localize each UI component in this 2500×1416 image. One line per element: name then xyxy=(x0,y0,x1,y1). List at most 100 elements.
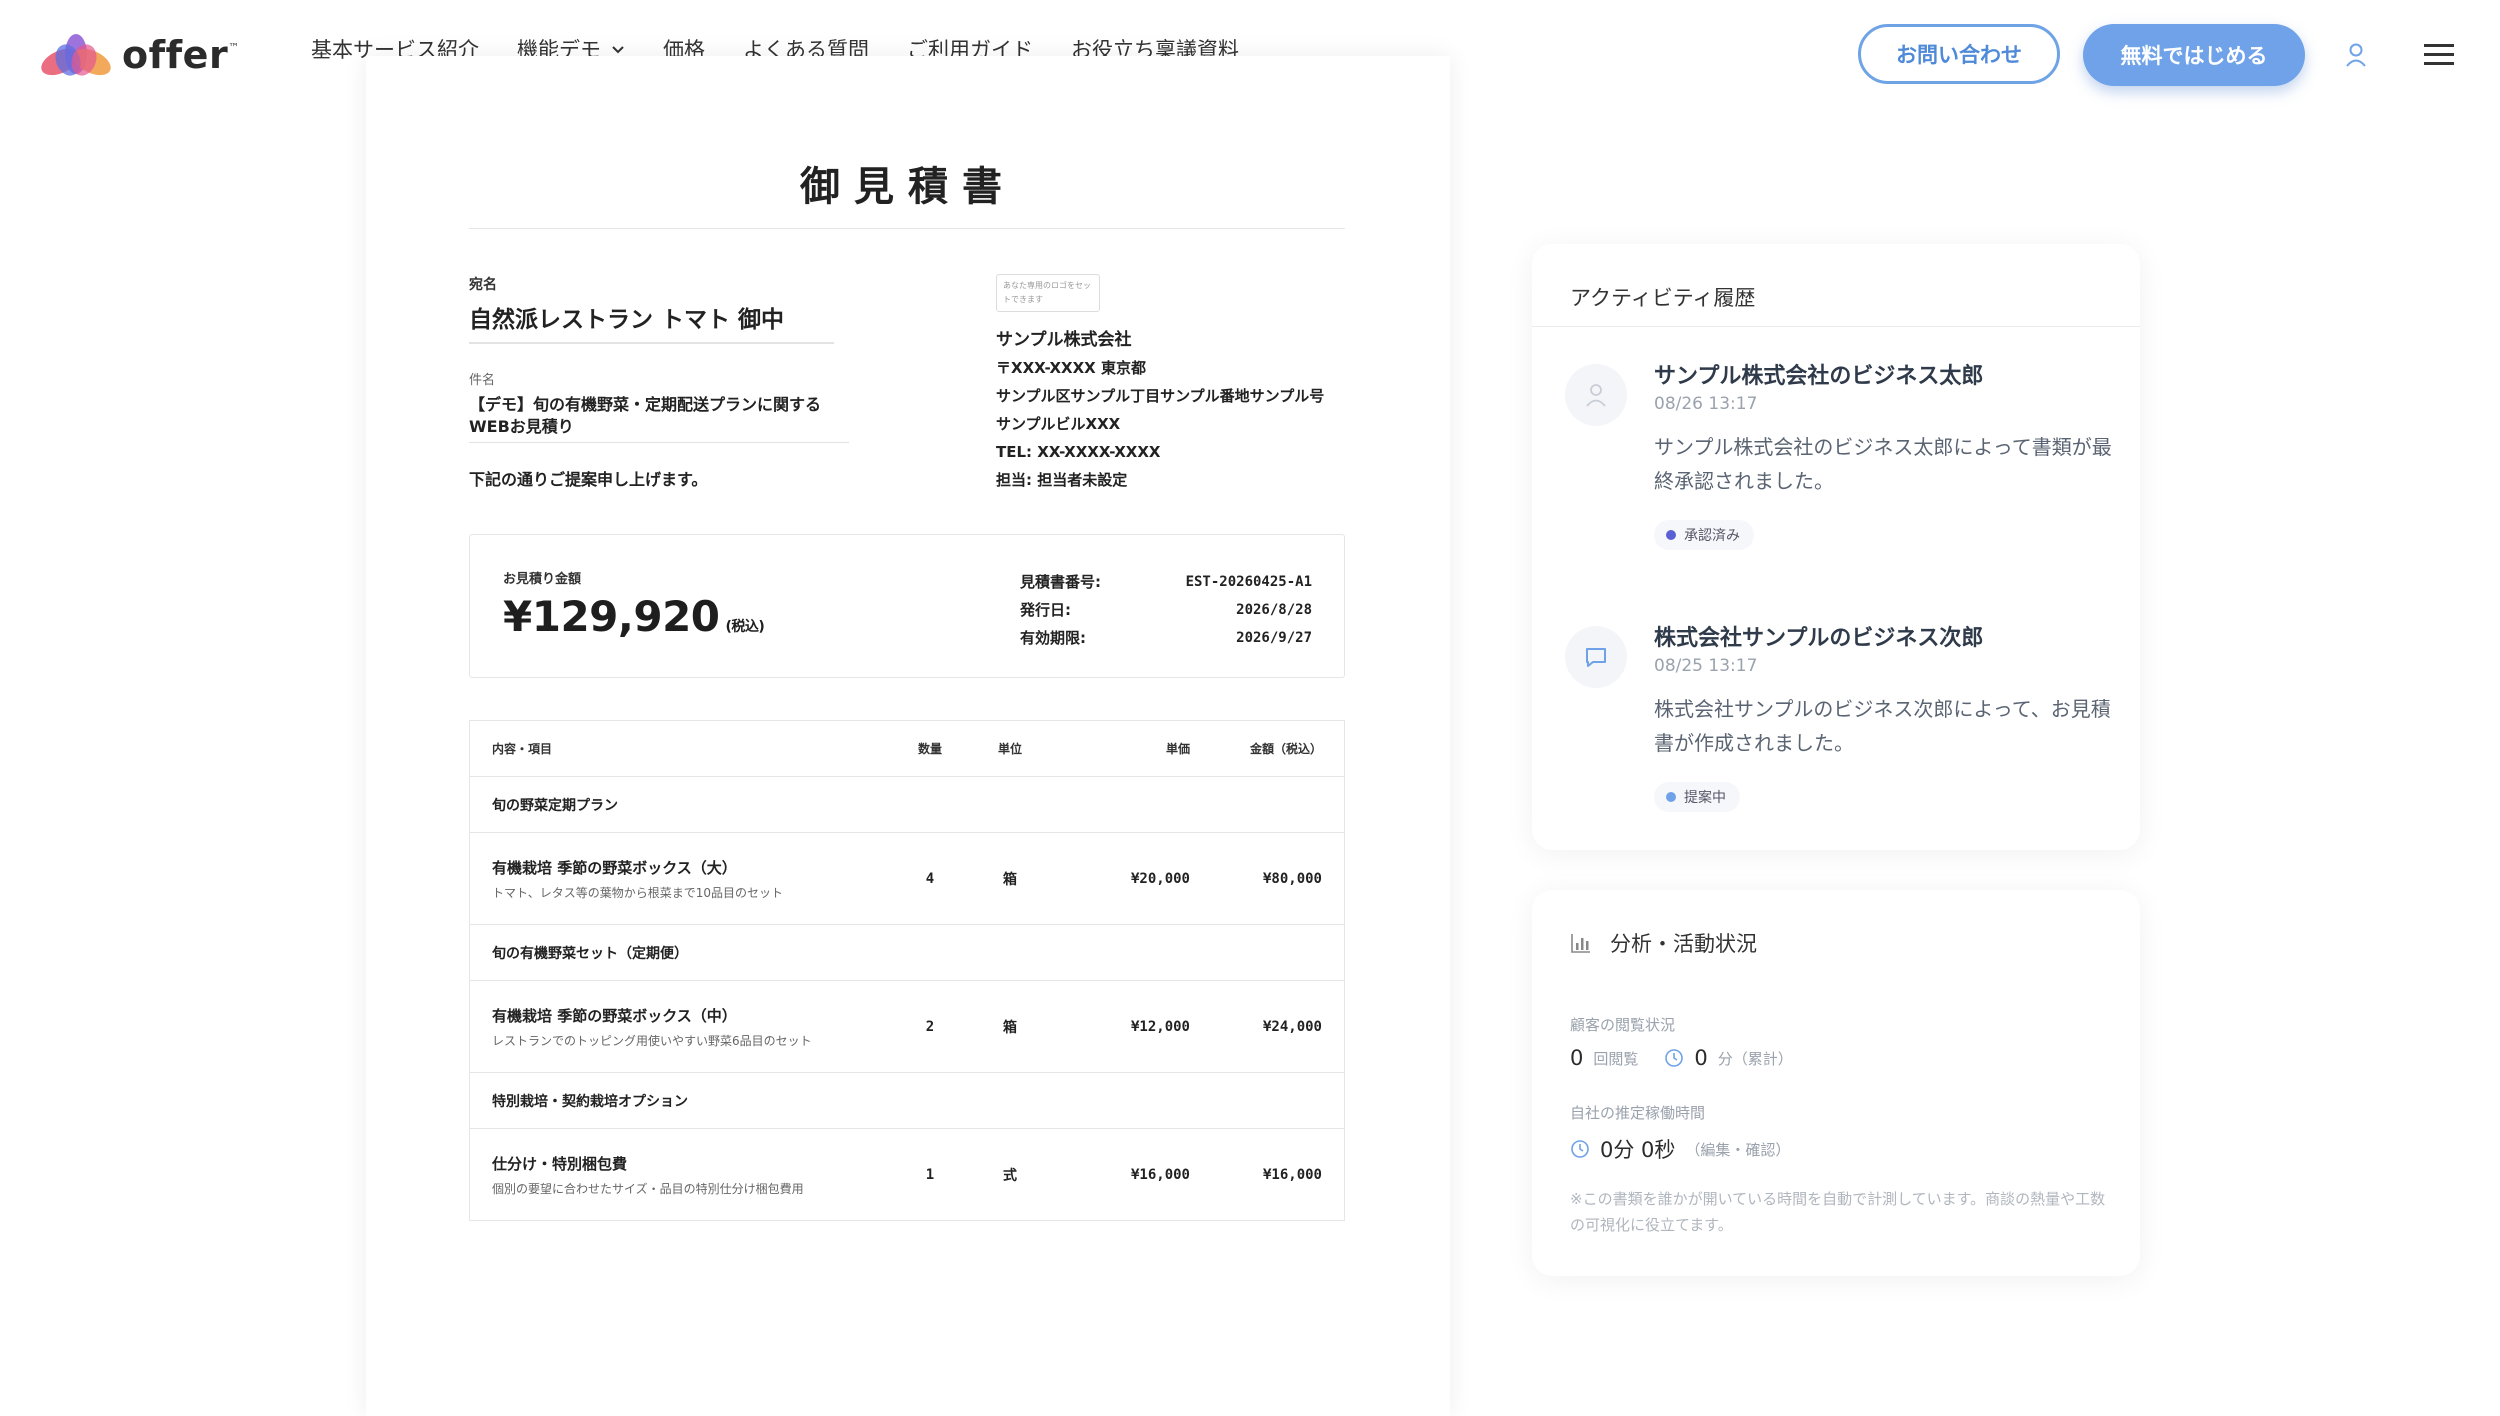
item-unit: 式 xyxy=(1003,1167,1017,1184)
badge-label: 承認済み xyxy=(1684,528,1740,544)
header-price: 単価 xyxy=(1165,742,1190,756)
table-header: 内容・項目 数量 単位 単価 金額（税込） xyxy=(470,721,1344,777)
item-cell: 有機栽培 季節の野菜ボックス（中） レストランでのトッピング用使いやすい野菜6品… xyxy=(470,1005,890,1049)
worktime-unit: （編集・確認） xyxy=(1685,1140,1791,1159)
viewing-stats: 0 回閲覧 0 分（累計） xyxy=(1570,1046,1793,1070)
item-description: レストランでのトッピング用使いやすい野菜6品目のセット xyxy=(492,1033,812,1048)
line-items-table: 内容・項目 数量 単位 単価 金額（税込） 旬の野菜定期プラン 有機栽培 季節の… xyxy=(469,720,1345,1221)
view-minutes: 0 xyxy=(1694,1046,1708,1070)
worktime-stats: 0分 0秒 （編集・確認） xyxy=(1570,1134,1790,1164)
subject-divider xyxy=(469,442,849,443)
activity-message: 株式会社サンプルのビジネス次郎によって、お見積書が作成されました。 xyxy=(1654,697,2111,755)
company-tel: TEL: XX-XXXX-XXXX xyxy=(996,443,1161,461)
activity-avatar xyxy=(1565,364,1627,426)
total-amount-value: ¥129,920 xyxy=(503,592,720,641)
offer-logo[interactable]: offer ™ xyxy=(38,30,239,80)
analytics-note: ※この書類を誰かが開いている時間を自動で計測しています。商談の熱量や工数の可視化… xyxy=(1570,1190,2106,1234)
start-free-button[interactable]: 無料ではじめる xyxy=(2083,24,2305,86)
status-badge: 承認済み xyxy=(1654,520,1754,550)
item-amount: ¥16,000 xyxy=(1262,1166,1322,1183)
badge-dot xyxy=(1666,792,1676,802)
subject-line-2: WEBお見積り xyxy=(469,417,574,436)
activity-divider xyxy=(1532,326,2140,327)
activity-avatar xyxy=(1565,626,1627,688)
table-row: 仕分け・特別梱包費 個別の要望に合わせたサイズ・品目の特別仕分け梱包費用 1 式… xyxy=(470,1129,1344,1220)
activity-user-name: 株式会社サンプルのビジネス次郎 xyxy=(1654,626,1984,651)
table-row: 有機栽培 季節の野菜ボックス（大） トマト、レタス等の葉物から根菜まで10品目の… xyxy=(470,833,1344,925)
comment-icon xyxy=(1586,648,1606,667)
logo-trademark: ™ xyxy=(228,40,240,54)
activity-user-name: サンプル株式会社のビジネス太郎 xyxy=(1654,364,1984,389)
item-qty: 4 xyxy=(925,870,935,887)
item-qty: 1 xyxy=(925,1166,935,1183)
status-badge: 提案中 xyxy=(1654,782,1740,812)
issued-date-label: 発行日: xyxy=(1020,601,1071,619)
clock-icon xyxy=(1571,1140,1589,1158)
user-icon[interactable] xyxy=(2342,40,2370,70)
meta-labels: 見積書番号: 発行日: 有効期限: xyxy=(1020,568,1101,652)
activity-time: 08/25 13:17 xyxy=(1654,656,1758,676)
subject-line-1: 【デモ】旬の有機野菜・定期配送プランに関する xyxy=(469,395,822,414)
company-address: サンプル区サンプル丁目サンプル番地サンプル号 xyxy=(996,387,1325,405)
clock-icon xyxy=(1665,1049,1684,1067)
item-unit: 箱 xyxy=(1003,1019,1017,1036)
view-count: 0 xyxy=(1570,1046,1584,1070)
total-amount: ¥129,920 (税込) xyxy=(503,592,765,641)
chevron-down-icon xyxy=(612,46,624,54)
addressee-label: 宛名 xyxy=(469,277,497,293)
header-desc: 内容・項目 xyxy=(492,742,553,756)
header-amount: 金額（税込） xyxy=(1249,742,1322,756)
logo-placeholder: あなた専用のロゴをセットできます xyxy=(996,274,1100,312)
user-icon xyxy=(1586,384,1606,407)
bar-chart-icon xyxy=(1571,934,1590,953)
item-price: ¥12,000 xyxy=(1130,1018,1190,1035)
addressee-name: 自然派レストラン トマト 御中 xyxy=(469,307,785,333)
item-amount: ¥24,000 xyxy=(1262,1018,1322,1035)
item-price: ¥16,000 xyxy=(1130,1166,1190,1183)
lotus-logo-icon xyxy=(41,34,111,76)
analytics-title: 分析・活動状況 xyxy=(1610,932,1757,956)
activity-time: 08/26 13:17 xyxy=(1654,394,1758,414)
item-name: 有機栽培 季節の野菜ボックス（中） xyxy=(492,1006,737,1025)
company-postal: 〒XXX-XXXX 東京都 xyxy=(996,359,1146,377)
estimate-number-label: 見積書番号: xyxy=(1020,573,1101,591)
document-title: 御見積書 xyxy=(800,163,1016,210)
issued-date: 2026/8/28 xyxy=(1236,602,1312,618)
badge-label: 提案中 xyxy=(1684,790,1726,806)
tax-note: (税込) xyxy=(725,619,765,635)
section-row: 旬の野菜定期プラン xyxy=(470,777,1344,833)
valid-until-label: 有効期限: xyxy=(1020,629,1086,647)
estimate-document: 御見積書 宛名 自然派レストラン トマト 御中 件名 【デモ】旬の有機野菜・定期… xyxy=(366,56,1450,1416)
item-cell: 有機栽培 季節の野菜ボックス（大） トマト、レタス等の葉物から根菜まで10品目の… xyxy=(470,857,890,901)
activity-message: サンプル株式会社のビジネス太郎によって書類が最終承認されました。 xyxy=(1654,435,2112,493)
hamburger-menu-icon[interactable] xyxy=(2424,42,2454,68)
section-row: 特別栽培・契約栽培オプション xyxy=(470,1073,1344,1129)
intro-text: 下記の通りご提案申し上げます。 xyxy=(469,470,708,489)
item-name: 有機栽培 季節の野菜ボックス（大） xyxy=(492,858,737,877)
header-unit: 単位 xyxy=(997,742,1022,756)
header-qty: 数量 xyxy=(917,742,942,756)
company-building: サンプルビルXXX xyxy=(996,415,1121,433)
addressee-divider xyxy=(469,342,834,344)
section-row: 旬の有機野菜セット（定期便） xyxy=(470,925,1344,981)
item-qty: 2 xyxy=(925,1018,935,1035)
badge-dot xyxy=(1666,530,1676,540)
activity-title: アクティビティ履歴 xyxy=(1570,286,1756,310)
company-name: サンプル株式会社 xyxy=(996,330,1132,350)
viewing-label: 顧客の閲覧状況 xyxy=(1570,1016,1676,1034)
contact-button[interactable]: お問い合わせ xyxy=(1858,24,2060,84)
view-minutes-unit: 分（累計） xyxy=(1717,1049,1793,1068)
item-cell: 仕分け・特別梱包費 個別の要望に合わせたサイズ・品目の特別仕分け梱包費用 xyxy=(470,1153,890,1197)
item-price: ¥20,000 xyxy=(1130,870,1190,887)
logo-text: offer xyxy=(122,33,229,77)
title-divider xyxy=(469,228,1345,229)
subject-label: 件名 xyxy=(469,373,496,388)
estimate-number: EST-20260425-A1 xyxy=(1185,574,1312,590)
worktime-label: 自社の推定稼働時間 xyxy=(1570,1104,1706,1122)
view-count-unit: 回閲覧 xyxy=(1593,1049,1639,1068)
company-contact: 担当: 担当者未設定 xyxy=(996,471,1128,489)
table-row: 有機栽培 季節の野菜ボックス（中） レストランでのトッピング用使いやすい野菜6品… xyxy=(470,981,1344,1073)
item-amount: ¥80,000 xyxy=(1262,870,1322,887)
item-name: 仕分け・特別梱包費 xyxy=(492,1154,628,1173)
issuer-company: サンプル株式会社 〒XXX-XXXX 東京都 サンプル区サンプル丁目サンプル番地… xyxy=(996,326,1324,494)
